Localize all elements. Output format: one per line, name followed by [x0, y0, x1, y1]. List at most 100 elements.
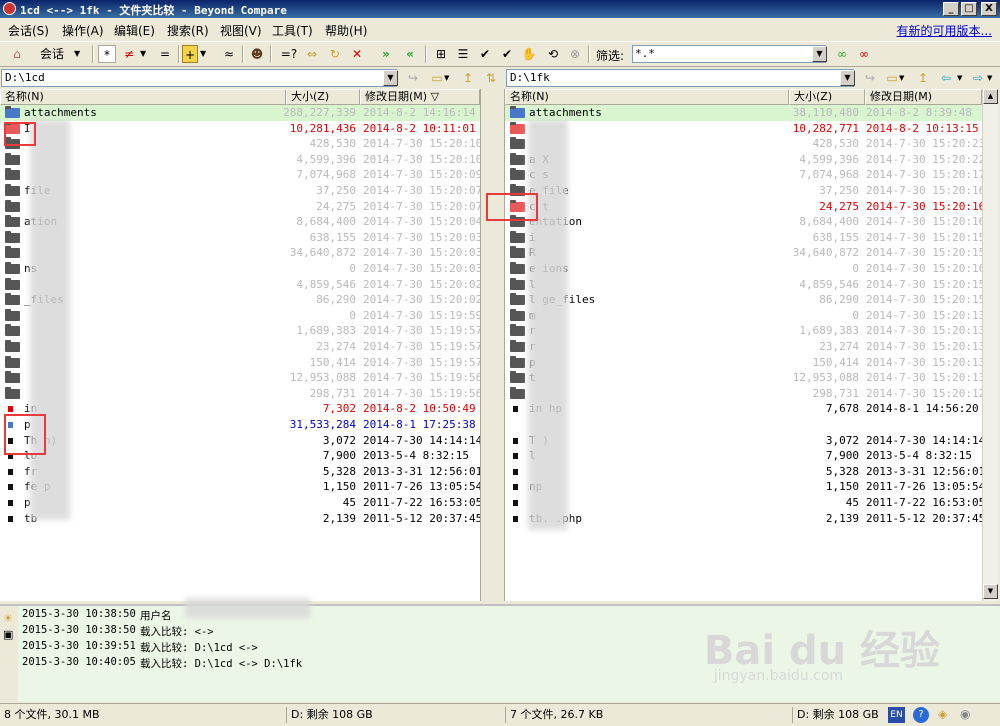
left-sync-icon[interactable]: ↪ [404, 69, 422, 87]
center-splitter[interactable] [480, 89, 505, 601]
table-row[interactable]: 5,328 2013-3-31 12:56:01 [505, 464, 982, 480]
back-icon[interactable]: ⇦ [937, 69, 955, 87]
table-row[interactable]: l4,859,5462014-7-30 15:20:15 [505, 277, 982, 293]
table-row[interactable]: p 31,533,284 2014-8-1 17:25:38 [0, 417, 480, 433]
table-row[interactable]: 24,275 2014-7-30 15:20:07 [0, 199, 480, 215]
table-row[interactable]: tb. .php2,1392011-5-12 20:37:45 [505, 511, 982, 527]
table-row[interactable]: e_file37,2502014-7-30 15:20:16 [505, 183, 982, 199]
table-row[interactable]: Th h)3,0722014-7-30 14:14:14 [0, 433, 480, 449]
table-row[interactable]: l ge_files86,2902014-7-30 15:20:15 [505, 292, 982, 308]
minimize-button[interactable]: _ [943, 2, 959, 16]
delete-icon[interactable]: ✕ [348, 45, 366, 63]
language-badge[interactable]: EN [888, 707, 905, 723]
table-row[interactable]: 428,530 2014-7-30 15:20:10 [0, 136, 480, 152]
table-row[interactable]: in hp7,6782014-8-1 14:56:20 [505, 401, 982, 417]
table-row[interactable]: 1,689,383 2014-7-30 15:19:57 [0, 323, 480, 339]
table-row[interactable]: fe p1,1502011-7-26 13:05:54 [0, 479, 480, 495]
table-row[interactable]: fr5,3282013-3-31 12:56:01 [0, 464, 480, 480]
menu-edit[interactable]: 编辑(E) [114, 22, 155, 39]
table-row[interactable]: l7,9002013-5-4 8:32:15 [505, 448, 982, 464]
table-row[interactable]: tb2,1392011-5-12 20:37:45 [0, 511, 480, 527]
forward-dropdown[interactable]: ▼ [987, 69, 992, 87]
refresh-icon[interactable]: ⟲ [544, 45, 562, 63]
menu-tools[interactable]: 工具(T) [272, 22, 313, 39]
left-file-list[interactable]: 名称(N) 大小(Z) 修改日期(M) ▽ attachments 288,227… [0, 89, 480, 601]
title-bar[interactable]: 1cd <--> 1fk - 文件夹比较 - Beyond Compare _ … [0, 0, 1000, 18]
show-diff-button[interactable]: ≠ [120, 45, 138, 63]
left-header-name[interactable]: 名称(N) [0, 89, 286, 105]
glasses-icon[interactable]: ∞ [832, 45, 852, 63]
tray-icon-2[interactable]: ◉ [960, 707, 970, 721]
menu-session[interactable]: 会话(S) [8, 22, 49, 39]
swap-sides-icon[interactable]: ⇅ [482, 69, 500, 87]
tree-icon[interactable]: ⊞ [432, 45, 450, 63]
left-header-date[interactable]: 修改日期(M) ▽ [360, 89, 480, 105]
home-icon[interactable]: ⌂ [8, 45, 26, 63]
show-same-button[interactable]: = [156, 45, 174, 63]
check-icon[interactable]: ✔ [476, 45, 494, 63]
table-row[interactable]: I 10,281,436 2014-8-2 10:11:01 [0, 121, 480, 137]
filter-combo-button[interactable]: ▼ [812, 46, 827, 62]
right-header-date[interactable]: 修改日期(M) [865, 89, 982, 105]
app-icon[interactable] [3, 2, 16, 15]
right-path-input[interactable]: D:\1fk [506, 69, 854, 87]
log-alert-icon[interactable]: ☀ [3, 612, 13, 625]
tree-expand-icon[interactable]: ☰ [454, 45, 472, 63]
table-row[interactable]: 4,859,546 2014-7-30 15:20:02 [0, 277, 480, 293]
table-row[interactable]: ns02014-7-30 15:20:03 [0, 261, 480, 277]
filter-dropdown-icon[interactable]: ▼ [140, 45, 146, 63]
log-save-icon[interactable]: ▣ [3, 628, 13, 641]
maximize-button[interactable]: □ [961, 2, 977, 16]
table-row[interactable]: t12,953,0882014-7-30 15:20:13 [505, 370, 982, 386]
table-row[interactable]: entation8,684,4002014-7-30 15:20:16 [505, 214, 982, 230]
table-row[interactable] [505, 417, 982, 433]
right-path-dropdown[interactable]: ▼ [840, 70, 855, 86]
table-row[interactable]: 45 2011-7-22 16:53:05 [505, 495, 982, 511]
touch-icon[interactable]: ✋ [520, 45, 538, 63]
glasses-off-icon[interactable]: ∞ [854, 45, 874, 63]
left-header-size[interactable]: 大小(Z) [286, 89, 360, 105]
table-row[interactable]: 150,414 2014-7-30 15:19:57 [0, 355, 480, 371]
table-row[interactable]: file37,2502014-7-30 15:20:07 [0, 183, 480, 199]
table-row[interactable]: 23,274 2014-7-30 15:19:57 [0, 339, 480, 355]
stop-icon[interactable]: ⊗ [566, 45, 584, 63]
right-scrollbar[interactable]: ▲ ▼ [982, 89, 998, 601]
table-row[interactable]: r23,2742014-7-30 15:20:13 [505, 339, 982, 355]
left-path-dropdown[interactable]: ▼ [383, 70, 398, 86]
update-link[interactable]: 有新的可用版本... [897, 22, 992, 39]
table-row[interactable]: 298,731 2014-7-30 15:19:56 [0, 386, 480, 402]
table-row[interactable]: _files86,2902014-7-30 15:20:02 [0, 292, 480, 308]
right-header-name[interactable]: 名称(N) [505, 89, 789, 105]
session-button[interactable]: 会话 [40, 45, 64, 63]
table-row[interactable]: p 45 2011-7-22 16:53:05 [0, 495, 480, 511]
approx-button[interactable]: ≈ [220, 45, 238, 63]
compare-button[interactable]: =? [278, 45, 300, 63]
swap-icon[interactable]: ⇔ [303, 45, 321, 63]
menu-search[interactable]: 搜索(R) [167, 22, 209, 39]
table-row[interactable]: r1,689,3832014-7-30 15:20:13 [505, 323, 982, 339]
table-row[interactable]: m02014-7-30 15:20:13 [505, 308, 982, 324]
table-row[interactable]: c t24,2752014-7-30 15:20:16 [505, 199, 982, 215]
right-browse-dropdown[interactable]: ▼ [899, 69, 904, 87]
table-row[interactable]: 7,074,968 2014-7-30 15:20:09 [0, 167, 480, 183]
table-row[interactable]: 0 2014-7-30 15:19:59 [0, 308, 480, 324]
right-up-icon[interactable]: ↥ [915, 69, 931, 87]
table-row[interactable]: attachments 38,110,480 2014-8-2 8:39:48 [505, 105, 982, 121]
copy-left-icon[interactable]: « [400, 45, 420, 63]
folder-sync-icon[interactable]: ↻ [326, 45, 344, 63]
table-row[interactable]: a X4,599,3962014-7-30 15:20:22 [505, 152, 982, 168]
user-icon[interactable]: ☻ [248, 45, 266, 63]
left-browse-dropdown[interactable]: ▼ [444, 69, 449, 87]
structure-icon[interactable]: + [182, 45, 198, 63]
menu-view[interactable]: 视图(V) [220, 22, 262, 39]
structure-dropdown-icon[interactable]: ▼ [200, 45, 206, 63]
table-row[interactable]: T )3,0722014-7-30 14:14:14 [505, 433, 982, 449]
back-dropdown[interactable]: ▼ [957, 69, 962, 87]
table-row[interactable]: 428,530 2014-7-30 15:20:23 [505, 136, 982, 152]
forward-icon[interactable]: ⇨ [969, 69, 987, 87]
help-icon[interactable]: ? [913, 707, 929, 723]
table-row[interactable]: 638,155 2014-7-30 15:20:03 [0, 230, 480, 246]
table-row[interactable]: in7,3022014-8-2 10:50:49 [0, 401, 480, 417]
copy-right-icon[interactable]: » [376, 45, 396, 63]
table-row[interactable]: c s7,074,9682014-7-30 15:20:17 [505, 167, 982, 183]
